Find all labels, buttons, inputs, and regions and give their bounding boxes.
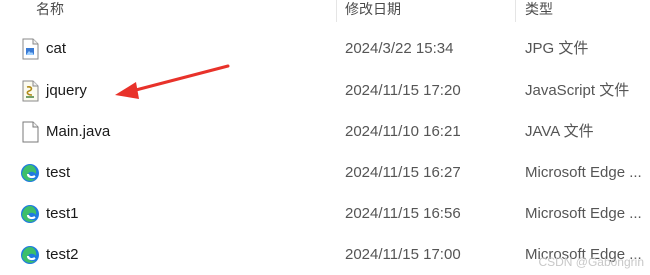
red-arrow-annotation [115,64,230,99]
watermark-text: CSDN @Gabongrin [538,255,644,269]
